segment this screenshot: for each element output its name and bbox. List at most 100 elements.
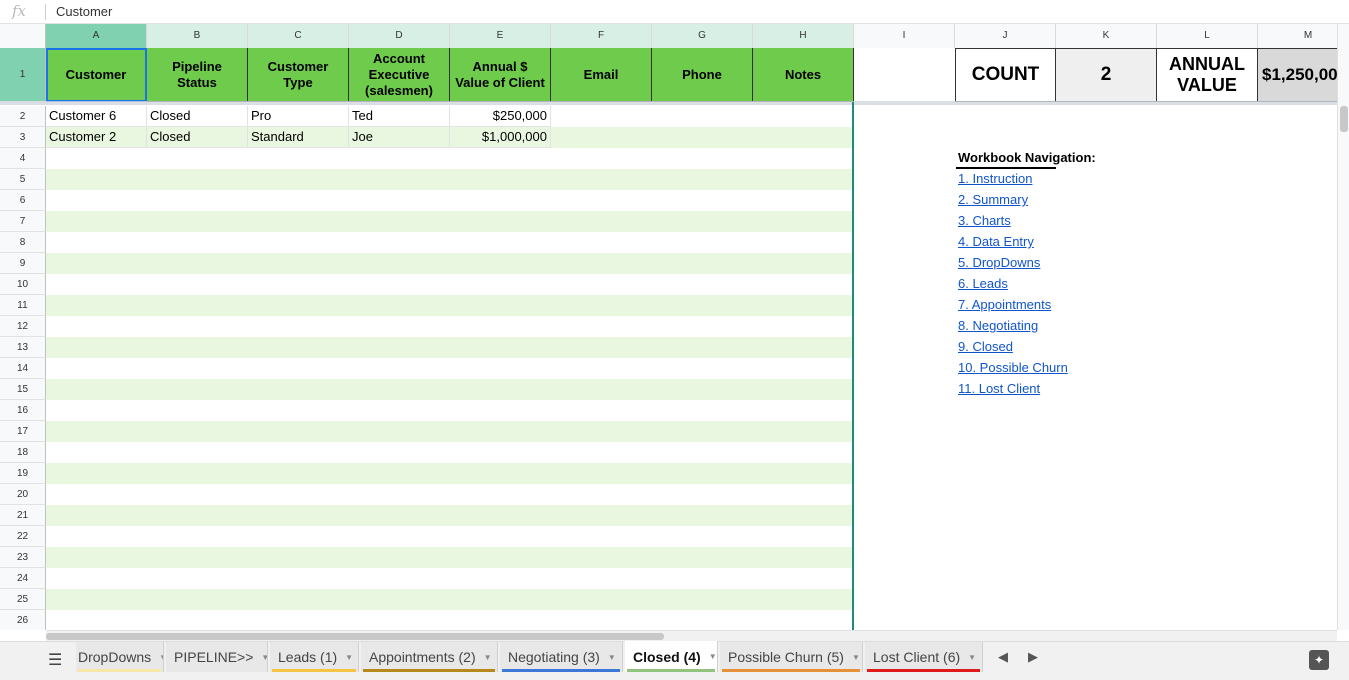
row-header[interactable]: 20 [0,484,46,505]
nav-link-lost-client[interactable]: 11. Lost Client [958,381,1040,396]
row-header[interactable]: 10 [0,274,46,295]
col-header-i[interactable]: I [854,24,955,48]
cell-annual[interactable]: $250,000 [450,106,551,127]
cell-customer[interactable]: Customer 2 [46,127,147,148]
count-value[interactable]: 2 [1056,48,1157,102]
explore-icon[interactable]: ✦ [1309,650,1329,670]
col-header-d[interactable]: D [349,24,450,48]
col-header-f[interactable]: F [551,24,652,48]
count-label[interactable]: COUNT [955,48,1056,102]
col-header-a[interactable]: A [46,24,147,48]
row-header[interactable]: 3 [0,127,46,148]
row-header[interactable]: 26 [0,610,46,630]
cell-pipeline[interactable]: Closed [147,127,248,148]
nav-link-summary[interactable]: 2. Summary [958,192,1028,207]
vertical-scroll-thumb[interactable] [1340,106,1348,132]
tab-pipeline[interactable]: PIPELINE>> ▼ [166,642,268,672]
horizontal-scrollbar[interactable] [46,630,1337,641]
annual-value-total[interactable]: $1,250,000 [1258,48,1337,102]
row-header[interactable]: 9 [0,253,46,274]
chevron-down-icon[interactable]: ▼ [852,653,860,662]
nav-link-negotiating[interactable]: 8. Negotiating [958,318,1038,333]
nav-link-dropdowns[interactable]: 5. DropDowns [958,255,1040,270]
row-header[interactable]: 18 [0,442,46,463]
row-header[interactable]: 5 [0,169,46,190]
cell-annual[interactable]: $1,000,000 [450,127,551,148]
col-header-k[interactable]: K [1056,24,1157,48]
row-header[interactable]: 2 [0,106,46,127]
annual-value-label[interactable]: ANNUAL VALUE [1157,48,1258,102]
col-header-h[interactable]: H [753,24,854,48]
frozen-row-divider[interactable] [0,101,1337,105]
nav-link-data-entry[interactable]: 4. Data Entry [958,234,1034,249]
tab-lost-client[interactable]: Lost Client (6) ▼ [865,642,983,672]
header-email[interactable]: Email [551,48,652,102]
cell-customer[interactable]: Customer 6 [46,106,147,127]
header-account-executive[interactable]: Account Executive (salesmen) [349,48,450,102]
row-header[interactable]: 21 [0,505,46,526]
chevron-down-icon[interactable]: ▼ [608,653,616,662]
nav-link-possible-churn[interactable]: 10. Possible Churn [958,360,1068,375]
select-all-corner[interactable] [0,24,46,48]
cell-exec[interactable]: Ted [349,106,450,127]
chevron-down-icon[interactable]: ▼ [484,653,492,662]
tab-negotiating[interactable]: Negotiating (3) ▼ [500,642,623,672]
chevron-left-icon[interactable]: ◀ [998,649,1008,665]
col-header-l[interactable]: L [1157,24,1258,48]
chevron-down-icon[interactable]: ▼ [709,652,717,661]
row-header[interactable]: 6 [0,190,46,211]
horizontal-scroll-thumb[interactable] [46,633,664,640]
cell-type[interactable]: Pro [248,106,349,127]
chevron-down-icon[interactable]: ▼ [968,653,976,662]
vertical-scrollbar[interactable] [1337,24,1349,630]
row-header[interactable]: 17 [0,421,46,442]
row-header[interactable]: 12 [0,316,46,337]
row-header[interactable]: 22 [0,526,46,547]
col-header-j[interactable]: J [955,24,1056,48]
header-phone[interactable]: Phone [652,48,753,102]
row-header[interactable]: 8 [0,232,46,253]
tab-possible-churn[interactable]: Possible Churn (5) ▼ [720,642,863,672]
chevron-down-icon[interactable]: ▼ [159,653,163,662]
header-notes[interactable]: Notes [753,48,854,102]
row-header-1[interactable]: 1 [0,48,46,102]
col-header-c[interactable]: C [248,24,349,48]
chevron-down-icon[interactable]: ▼ [345,653,353,662]
tab-leads[interactable]: Leads (1) ▼ [270,642,359,672]
col-header-e[interactable]: E [450,24,551,48]
header-annual-value[interactable]: Annual $ Value of Client [450,48,551,102]
nav-link-instruction[interactable]: 1. Instruction [958,171,1032,186]
header-pipeline-status[interactable]: Pipeline Status [147,48,248,102]
col-header-m[interactable]: M [1258,24,1337,48]
tab-appointments[interactable]: Appointments (2) ▼ [361,642,498,672]
frozen-column-divider[interactable] [852,102,854,630]
row-header[interactable]: 7 [0,211,46,232]
row-header[interactable]: 19 [0,463,46,484]
formula-input[interactable]: Customer [56,4,112,19]
tab-dropdowns[interactable]: DropDowns ▼ [76,642,164,672]
chevron-right-icon[interactable]: ▶ [1028,649,1038,665]
header-customer-type[interactable]: Customer Type [248,48,349,102]
row-header[interactable]: 25 [0,589,46,610]
chevron-down-icon[interactable]: ▼ [261,653,267,662]
nav-link-appointments[interactable]: 7. Appointments [958,297,1051,312]
cell-pipeline[interactable]: Closed [147,106,248,127]
nav-link-closed[interactable]: 9. Closed [958,339,1013,354]
nav-link-leads[interactable]: 6. Leads [958,276,1008,291]
cell-exec[interactable]: Joe [349,127,450,148]
row-header[interactable]: 13 [0,337,46,358]
row-header[interactable]: 14 [0,358,46,379]
row-header[interactable]: 4 [0,148,46,169]
row-header[interactable]: 15 [0,379,46,400]
col-header-b[interactable]: B [147,24,248,48]
tab-closed[interactable]: Closed (4) ▼ [625,641,718,672]
header-customer[interactable]: Customer [46,48,147,102]
row-header[interactable]: 16 [0,400,46,421]
nav-link-charts[interactable]: 3. Charts [958,213,1011,228]
row-header[interactable]: 24 [0,568,46,589]
cell-type[interactable]: Standard [248,127,349,148]
row-header[interactable]: 23 [0,547,46,568]
col-header-g[interactable]: G [652,24,753,48]
row-header[interactable]: 11 [0,295,46,316]
all-sheets-menu-icon[interactable]: ☰ [48,650,62,670]
